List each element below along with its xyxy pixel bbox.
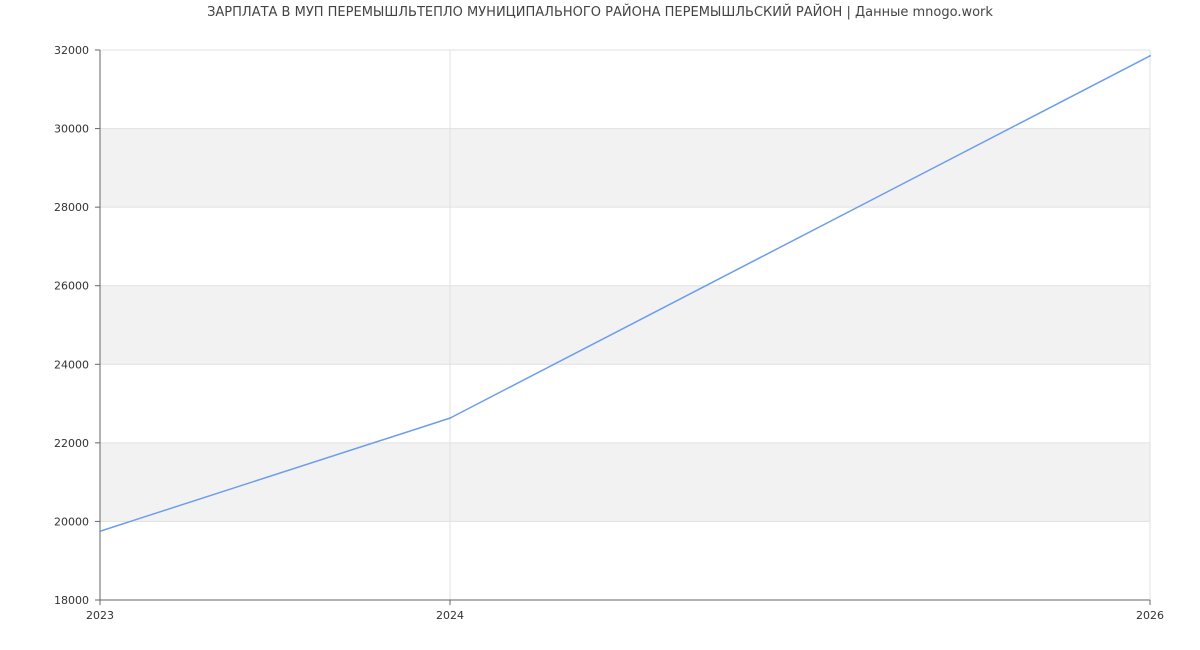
grid-band <box>100 442 1150 522</box>
y-tick-label: 18000 <box>54 594 89 607</box>
y-tick-label: 20000 <box>54 515 89 528</box>
y-axis-ticks: 18000 20000 22000 24000 26000 28000 30000 32000 <box>54 44 100 607</box>
y-tick-label: 32000 <box>54 44 89 57</box>
data-point <box>99 530 101 533</box>
y-tick-label: 24000 <box>54 358 89 371</box>
line-chart: 18000 20000 22000 24000 26000 28000 30000 32000… <box>54 44 1164 622</box>
grid-band <box>100 128 1150 208</box>
y-tick-label: 26000 <box>54 280 89 293</box>
x-tick-label: 2023 <box>86 609 114 622</box>
x-tick-label: 2026 <box>1136 609 1164 622</box>
data-point <box>1149 54 1151 57</box>
y-tick-label: 22000 <box>54 437 89 450</box>
x-tick-label: 2024 <box>436 609 464 622</box>
data-point <box>449 417 451 420</box>
y-tick-label: 30000 <box>54 123 89 136</box>
y-tick-label: 28000 <box>54 201 89 214</box>
alternating-bands <box>100 128 1150 522</box>
x-axis-ticks: 2023 2024 2026 <box>86 600 1164 622</box>
grid-band <box>100 285 1150 365</box>
